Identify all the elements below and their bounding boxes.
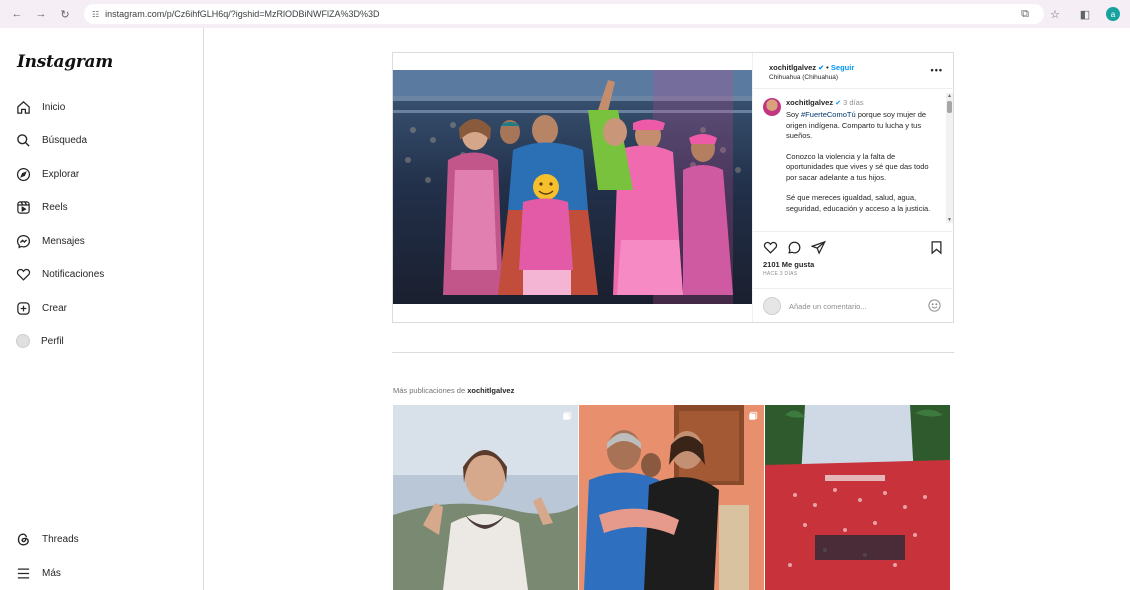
back-icon[interactable]: ← — [8, 5, 26, 23]
sidebar-item-busqueda[interactable]: Búsqueda — [16, 129, 87, 151]
sidebar-item-label: Inicio — [42, 101, 66, 113]
thumbnail-image — [393, 405, 578, 590]
post-location[interactable]: Chihuahua (Chihuahua) — [769, 74, 838, 81]
verified-badge-icon: ✔ — [835, 100, 842, 107]
post-details: xochitlgalvez ✔ • Seguir Chihuahua (Chih… — [752, 53, 955, 322]
site-info-icon[interactable]: ☷ — [92, 10, 99, 19]
browser-nav: ← → ↻ — [8, 5, 74, 23]
avatar — [763, 297, 781, 315]
post-image[interactable] — [393, 70, 752, 304]
like-heart-icon[interactable] — [763, 240, 778, 255]
thumbnail-image — [765, 405, 950, 590]
sidebar-item-notificaciones[interactable]: Notificaciones — [16, 263, 104, 285]
reels-icon — [17, 200, 30, 214]
bookmark-icon[interactable] — [929, 240, 944, 255]
sidebar-item-mas[interactable]: Más — [16, 562, 61, 584]
sidebar-item-label: Búsqueda — [42, 134, 88, 146]
browser-toolbar: ← → ↻ ☷ instagram.com/p/Cz6ihfGLH6q/?igs… — [0, 0, 1130, 28]
instagram-logo[interactable]: Instagram — [17, 52, 113, 72]
thumbnail-image — [579, 405, 764, 590]
sidebar-item-crear[interactable]: Crear — [16, 297, 67, 319]
grid-post-3[interactable] — [765, 405, 950, 590]
heart-icon — [16, 268, 31, 281]
post-photo — [393, 70, 752, 304]
section-divider — [392, 352, 954, 353]
sidebar-item-label: Mensajes — [42, 235, 85, 247]
grid-post-1[interactable] — [393, 405, 578, 590]
caption-header: xochitlgalvez ✔ 3 días — [786, 98, 864, 107]
compass-icon — [16, 167, 31, 181]
scroll-up-icon[interactable]: ▲ — [946, 93, 953, 99]
sidebar: Instagram Inicio Búsqueda Explorar Reels… — [0, 28, 204, 590]
sidebar-item-label: Crear — [42, 302, 68, 314]
caption-text-prefix: Soy — [786, 110, 802, 119]
side-panel-icon[interactable]: ◧ — [1076, 5, 1094, 23]
action-icons — [763, 240, 826, 255]
browser-actions: ⧉ ☆ ◧ a — [1016, 5, 1120, 23]
sidebar-item-label: Más — [42, 567, 61, 579]
grid-post-2[interactable] — [579, 405, 764, 590]
author-username[interactable]: xochitlgalvez — [769, 63, 816, 72]
address-bar[interactable]: ☷ instagram.com/p/Cz6ihfGLH6q/?igshid=Mz… — [84, 4, 1044, 24]
sidebar-item-label: Explorar — [42, 168, 80, 180]
sidebar-item-explorar[interactable]: Explorar — [16, 163, 79, 185]
sidebar-item-inicio[interactable]: Inicio — [16, 96, 65, 118]
sidebar-item-label: Notificaciones — [42, 268, 105, 280]
sidebar-item-perfil[interactable]: Perfil — [16, 330, 64, 352]
more-posts-prefix: Más publicaciones de — [393, 386, 468, 395]
sidebar-item-label: Perfil — [41, 335, 64, 347]
cast-icon[interactable]: ⧉ — [1016, 5, 1034, 23]
post-actions: 2101 Me gusta HACE 3 DÍAS — [753, 231, 955, 287]
comment-input[interactable] — [789, 300, 909, 312]
menu-icon — [17, 568, 30, 578]
carousel-icon — [563, 411, 572, 420]
sidebar-item-threads[interactable]: Threads — [16, 528, 79, 550]
plus-square-icon — [17, 301, 30, 315]
browser-profile-avatar[interactable]: a — [1106, 7, 1120, 21]
caption-avatar[interactable] — [763, 98, 781, 116]
likes-count[interactable]: 2101 Me gusta — [763, 260, 814, 269]
url-text: instagram.com/p/Cz6ihfGLH6q/?igshid=MzRl… — [105, 9, 380, 19]
verified-badge-icon: ✔ — [818, 65, 825, 72]
avatar — [16, 334, 30, 348]
bookmark-star-icon[interactable]: ☆ — [1046, 5, 1064, 23]
search-icon — [17, 133, 30, 147]
more-posts-heading: Más publicaciones de xochitlgalvez — [393, 386, 514, 395]
scroll-thumb[interactable] — [947, 101, 952, 113]
sidebar-item-label: Reels — [42, 201, 68, 213]
post-author: xochitlgalvez ✔ • Seguir — [769, 63, 854, 72]
follow-button[interactable]: Seguir — [831, 63, 854, 72]
post-date: HACE 3 DÍAS — [763, 271, 798, 277]
caption-paragraph: Conozco la violencia y la falta de oport… — [786, 151, 929, 182]
comment-box — [753, 288, 955, 322]
carousel-icon — [749, 411, 758, 420]
caption-scrollbar[interactable]: ▲ ▼ — [946, 93, 953, 223]
sidebar-item-mensajes[interactable]: Mensajes — [16, 230, 85, 252]
sidebar-item-reels[interactable]: Reels — [16, 196, 68, 218]
forward-icon[interactable]: → — [32, 5, 50, 23]
messenger-icon — [16, 234, 31, 248]
more-posts-username[interactable]: xochitlgalvez — [467, 386, 514, 395]
reload-icon[interactable]: ↻ — [56, 5, 74, 23]
home-icon — [17, 100, 30, 114]
post-header: xochitlgalvez ✔ • Seguir Chihuahua (Chih… — [753, 53, 955, 89]
hashtag-link[interactable]: #FuerteComoTú — [801, 110, 856, 119]
caption-text: Soy #FuerteComoTú porque soy mujer de or… — [786, 110, 936, 224]
caption-paragraph: Sé que mereces igualdad, salud, agua, se… — [786, 193, 931, 213]
caption-username[interactable]: xochitlgalvez — [786, 98, 833, 107]
post-card: xochitlgalvez ✔ • Seguir Chihuahua (Chih… — [392, 52, 955, 323]
caption-time: 3 días — [843, 98, 864, 107]
separator-dot: • — [826, 63, 829, 72]
threads-icon — [17, 532, 29, 546]
comment-icon[interactable] — [787, 240, 802, 255]
sidebar-item-label: Threads — [42, 533, 79, 545]
caption-area: xochitlgalvez ✔ 3 días Soy #FuerteComoTú… — [753, 89, 955, 229]
scroll-down-icon[interactable]: ▼ — [946, 217, 953, 223]
emoji-icon[interactable] — [927, 298, 942, 313]
more-options-icon[interactable]: ••• — [931, 65, 943, 75]
share-icon[interactable] — [811, 240, 826, 255]
